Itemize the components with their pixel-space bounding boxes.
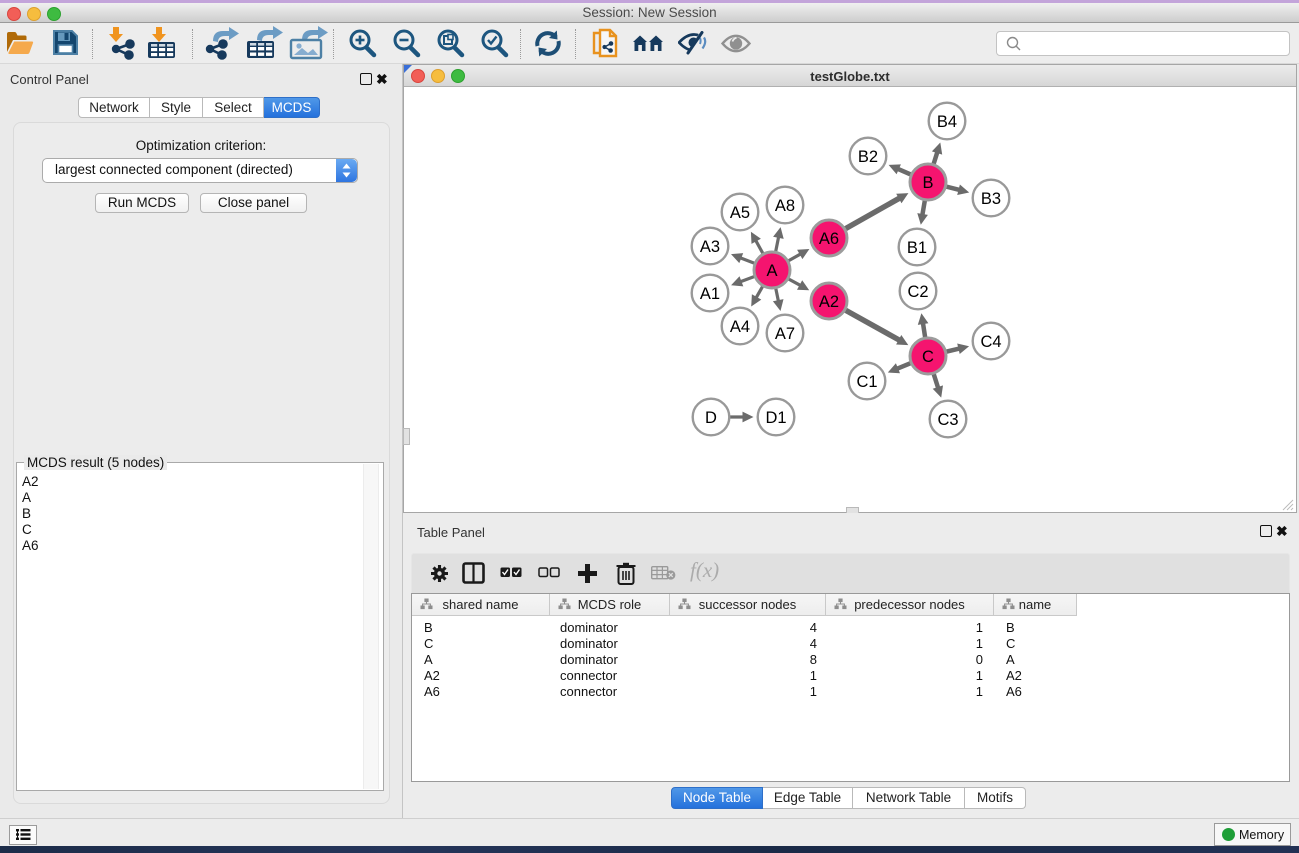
- svg-text:B3: B3: [981, 190, 1001, 208]
- svg-text:C4: C4: [980, 333, 1001, 351]
- svg-text:C1: C1: [856, 373, 877, 391]
- svg-text:B2: B2: [858, 148, 878, 166]
- svg-text:B4: B4: [937, 113, 957, 131]
- svg-text:B1: B1: [907, 239, 927, 257]
- svg-text:A7: A7: [775, 325, 795, 343]
- svg-text:C: C: [922, 348, 934, 366]
- svg-text:C3: C3: [937, 411, 958, 429]
- svg-text:A4: A4: [730, 318, 750, 336]
- svg-text:A5: A5: [730, 204, 750, 222]
- svg-text:D1: D1: [765, 409, 786, 427]
- svg-text:A3: A3: [700, 238, 720, 256]
- svg-text:C2: C2: [907, 283, 928, 301]
- svg-text:A1: A1: [700, 285, 720, 303]
- svg-text:A2: A2: [819, 293, 839, 311]
- svg-text:A8: A8: [775, 197, 795, 215]
- svg-text:D: D: [705, 409, 717, 427]
- svg-text:A: A: [766, 262, 777, 280]
- svg-text:B: B: [922, 174, 933, 192]
- svg-text:A6: A6: [819, 230, 839, 248]
